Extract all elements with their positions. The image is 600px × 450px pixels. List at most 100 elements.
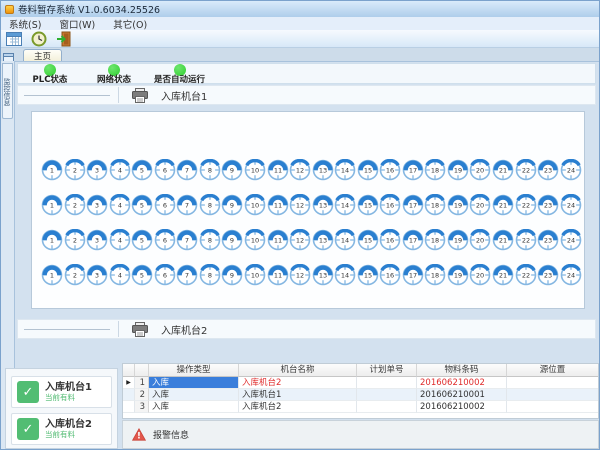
svg-text:12: 12: [296, 236, 304, 244]
svg-text:3: 3: [95, 236, 99, 244]
card-title: 入库机台1: [45, 382, 92, 393]
svg-text:14: 14: [341, 166, 349, 174]
svg-text:1: 1: [50, 201, 54, 209]
print-button-machine1[interactable]: [127, 86, 153, 104]
section-title-machine1: 入库机台1: [161, 88, 207, 103]
svg-text:2: 2: [72, 201, 76, 209]
table-row[interactable]: ▶1入库入库机台2201606210002: [123, 377, 598, 389]
slot-circle: 1: [41, 159, 63, 181]
card-title: 入库机台2: [45, 419, 92, 430]
slot-circle: 15: [357, 159, 379, 181]
col-header-6[interactable]: 源位置: [507, 364, 599, 377]
svg-text:21: 21: [499, 236, 507, 244]
warning-icon: !: [132, 428, 146, 441]
slot-circle: 11: [267, 159, 289, 181]
slot-circle: 24: [560, 159, 582, 181]
slot-circle: 3: [86, 229, 108, 251]
svg-text:!: !: [137, 432, 141, 441]
svg-text:17: 17: [409, 236, 417, 244]
slot-circle: 19: [447, 229, 469, 251]
cell-4: [507, 389, 599, 401]
titlebar[interactable]: 卷料暂存系统 V1.0.6034.25526: [1, 1, 599, 17]
slot-circle: 4: [109, 264, 131, 286]
col-header-3[interactable]: 机台名称: [239, 364, 357, 377]
svg-text:5: 5: [140, 201, 144, 209]
cell-1: 入库机台2: [239, 377, 357, 389]
window-title: 卷料暂存系统 V1.0.6034.25526: [18, 2, 160, 16]
machine-card-2[interactable]: ✓ 入库机台2当前有料: [11, 413, 112, 445]
svg-text:19: 19: [454, 271, 462, 279]
svg-text:3: 3: [95, 166, 99, 174]
slot-circle: 3: [86, 194, 108, 216]
slot-circle: 3: [86, 159, 108, 181]
exit-button[interactable]: [55, 31, 73, 47]
status-led-icon: [44, 64, 56, 76]
slot-circle: 2: [64, 229, 86, 251]
cell-1: 入库机台1: [239, 389, 357, 401]
machine-card-1[interactable]: ✓入库机台1当前有料: [11, 376, 112, 408]
slot-circle: 9: [221, 159, 243, 181]
divider: [118, 321, 119, 337]
svg-text:9: 9: [230, 271, 234, 279]
table-row[interactable]: 3入库入库机台2201606210002: [123, 401, 598, 413]
col-header-0: [123, 364, 135, 377]
section-title-machine2: 入库机台2: [161, 322, 207, 337]
svg-text:10: 10: [251, 166, 259, 174]
svg-text:16: 16: [386, 166, 394, 174]
col-header-4[interactable]: 计划单号: [357, 364, 417, 377]
slot-circle: 8: [199, 229, 221, 251]
slot-circle: 7: [176, 159, 198, 181]
menu-item-1[interactable]: 窗口(W): [59, 17, 95, 31]
slot-circle: 13: [312, 229, 334, 251]
app-window: 卷料暂存系统 V1.0.6034.25526 系统(S) 窗口(W) 其它(O): [0, 0, 600, 450]
row-number: 2: [135, 389, 149, 401]
side-dock-tab[interactable]: 监控信息: [2, 63, 13, 119]
svg-text:2: 2: [72, 236, 76, 244]
svg-text:20: 20: [476, 201, 484, 209]
svg-text:10: 10: [251, 201, 259, 209]
svg-text:6: 6: [163, 201, 167, 209]
svg-text:9: 9: [230, 201, 234, 209]
print-button-machine2[interactable]: [127, 320, 153, 338]
clock-button[interactable]: [30, 31, 48, 47]
slot-circle: 20: [469, 159, 491, 181]
slot-circle: 9: [221, 264, 243, 286]
svg-text:2: 2: [72, 271, 76, 279]
svg-text:10: 10: [251, 236, 259, 244]
slot-circle: 2: [64, 194, 86, 216]
svg-text:24: 24: [567, 236, 575, 244]
svg-text:13: 13: [318, 201, 326, 209]
svg-text:16: 16: [386, 236, 394, 244]
svg-text:11: 11: [273, 236, 281, 244]
slot-circle: 11: [267, 229, 289, 251]
svg-text:1: 1: [50, 166, 54, 174]
slot-circle: 5: [131, 264, 153, 286]
slot-circle: 16: [379, 194, 401, 216]
table-row[interactable]: 2入库入库机台1201606210001: [123, 389, 598, 401]
slot-circle: 20: [469, 194, 491, 216]
svg-text:13: 13: [318, 236, 326, 244]
svg-text:15: 15: [364, 271, 372, 279]
col-header-5[interactable]: 物料条码: [417, 364, 507, 377]
slot-circle: 12: [289, 194, 311, 216]
check-icon: ✓: [17, 418, 39, 440]
menu-item-0[interactable]: 系统(S): [9, 17, 41, 31]
card-status: 当前有料: [45, 430, 92, 439]
slot-circle: 5: [131, 194, 153, 216]
svg-text:8: 8: [208, 271, 212, 279]
slot-circle: 1: [41, 264, 63, 286]
calendar-button[interactable]: [5, 31, 23, 47]
check-icon: ✓: [17, 381, 39, 403]
menu-item-2[interactable]: 其它(O): [113, 17, 147, 31]
svg-text:2: 2: [72, 166, 76, 174]
tab-home[interactable]: 主页: [23, 49, 62, 61]
svg-text:5: 5: [140, 166, 144, 174]
svg-text:6: 6: [163, 166, 167, 174]
svg-text:17: 17: [409, 166, 417, 174]
slot-circle: 16: [379, 264, 401, 286]
section-header-machine1: 入库机台1: [17, 85, 596, 105]
svg-text:22: 22: [521, 271, 529, 279]
svg-text:1: 1: [50, 236, 54, 244]
col-header-2[interactable]: 操作类型: [149, 364, 239, 377]
svg-text:5: 5: [140, 236, 144, 244]
